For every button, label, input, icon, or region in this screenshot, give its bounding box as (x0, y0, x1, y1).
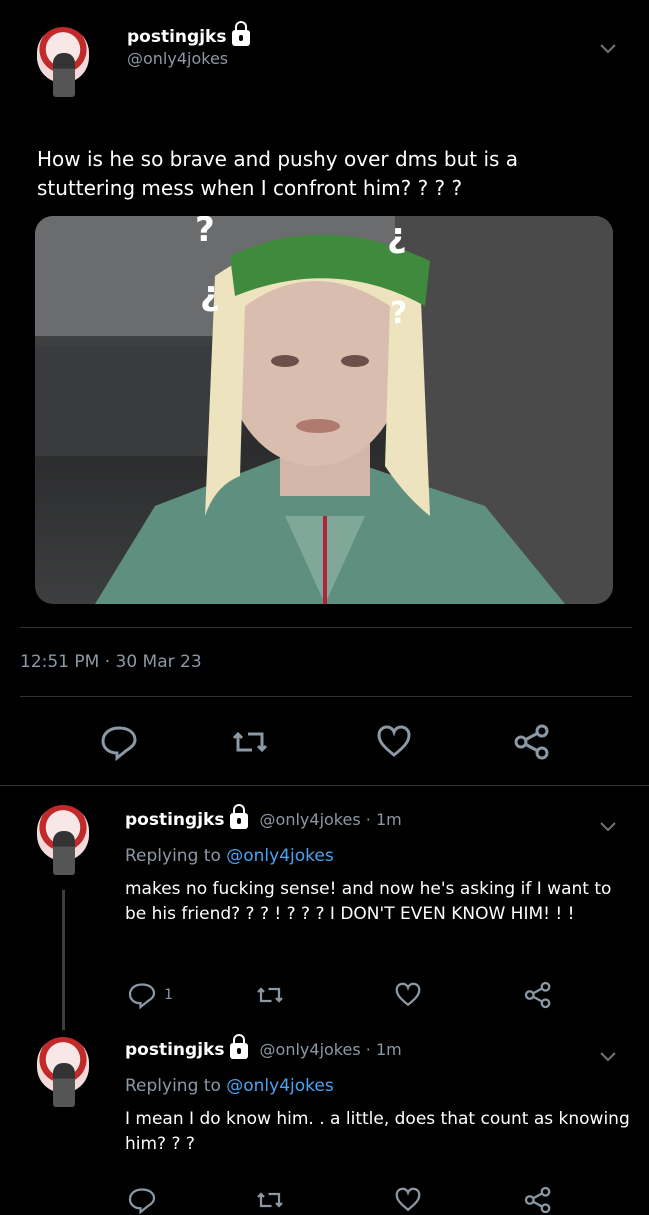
retweet-icon[interactable] (230, 722, 270, 762)
avatar[interactable] (37, 805, 89, 875)
user-handle[interactable]: @only4jokes (260, 1040, 361, 1059)
reply-text: I mean I do know him. . a little, does t… (125, 1109, 630, 1154)
overlay-question-mark: ? (390, 296, 408, 331)
share-icon[interactable] (523, 1185, 553, 1215)
avatar-figure (53, 831, 75, 875)
avatar[interactable] (37, 27, 89, 97)
avatar-figure (53, 1063, 75, 1107)
replying-to: Replying to @only4jokes (125, 846, 334, 866)
avatar[interactable] (37, 1037, 89, 1107)
lock-icon (232, 20, 251, 46)
chevron-down-icon[interactable] (600, 818, 616, 834)
reply-time: · 1m (365, 810, 402, 829)
user-handle: @only4jokes (127, 49, 229, 68)
user-names[interactable]: postingjks @only4jokes (127, 20, 251, 68)
chevron-down-icon[interactable] (600, 40, 616, 56)
reply-button[interactable]: 1 (127, 980, 173, 1010)
lock-icon (230, 1033, 249, 1059)
divider (20, 627, 632, 628)
replying-to: Replying to @only4jokes (125, 1076, 334, 1096)
display-name[interactable]: postingjks (125, 810, 224, 830)
photo-illustration (35, 216, 613, 604)
reply-icon[interactable] (127, 1185, 157, 1215)
tweet-photo[interactable]: ? ¿ ¿ ? (35, 216, 613, 604)
avatar-figure (53, 53, 75, 97)
display-name: postingjks (127, 27, 227, 47)
reply-header: postingjks @only4jokes · 1m (125, 803, 402, 830)
reply-icon (128, 983, 156, 1010)
retweet-icon[interactable] (255, 1185, 285, 1215)
replying-handle-link[interactable]: @only4jokes (226, 846, 333, 866)
overlay-question-mark: ? (195, 216, 215, 250)
display-name[interactable]: postingjks (125, 1040, 224, 1060)
like-icon[interactable] (374, 722, 414, 762)
replying-prefix: Replying to (125, 846, 221, 866)
overlay-inverted-question-mark: ¿ (200, 274, 220, 314)
replying-handle-link[interactable]: @only4jokes (226, 1076, 333, 1096)
reply-text: makes no fucking sense! and now he's ask… (125, 879, 612, 924)
reply-count: 1 (164, 987, 174, 1003)
reply-icon[interactable] (99, 722, 139, 762)
chevron-down-icon[interactable] (600, 1048, 616, 1064)
thread-line (62, 890, 65, 1030)
lock-icon (230, 803, 249, 829)
divider (20, 696, 632, 697)
share-icon[interactable] (523, 980, 553, 1010)
tweet-text: How is he so brave and pushy over dms bu… (37, 147, 519, 200)
reply-time: · 1m (365, 1040, 402, 1059)
tweet-timestamp: 12:51 PM · 30 Mar 23 (20, 652, 202, 672)
divider (0, 785, 649, 786)
user-handle[interactable]: @only4jokes (260, 810, 361, 829)
replying-prefix: Replying to (125, 1076, 221, 1096)
overlay-inverted-question-mark: ¿ (387, 216, 407, 256)
share-icon[interactable] (512, 722, 552, 762)
reply-header: postingjks @only4jokes · 1m (125, 1033, 402, 1060)
like-icon[interactable] (393, 980, 423, 1010)
like-icon[interactable] (393, 1185, 423, 1215)
retweet-icon[interactable] (255, 980, 285, 1010)
